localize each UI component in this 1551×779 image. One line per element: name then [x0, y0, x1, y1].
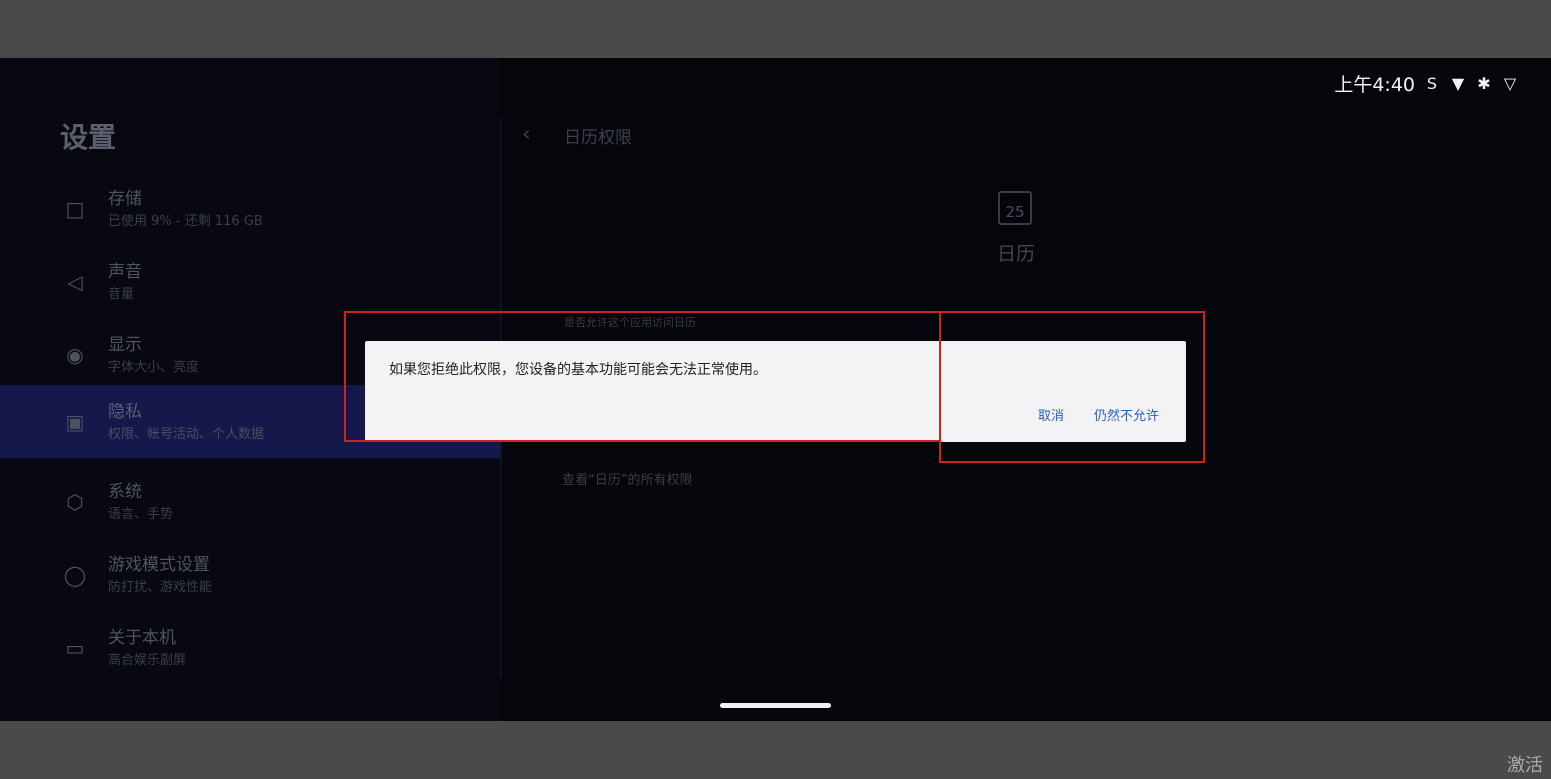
sidebar-item-label: 存储	[108, 189, 142, 209]
sidebar-item-label: 游戏模式设置	[108, 555, 210, 575]
sidebar-item-sub: 已使用 9% - 还剩 116 GB	[108, 214, 263, 229]
sidebar-item-sound[interactable]: ◁ 声音 音量	[0, 245, 500, 318]
home-indicator[interactable]	[720, 703, 831, 708]
sidebar-item-sub: 语言、手势	[108, 507, 174, 522]
sidebar-item-sub: 音量	[108, 287, 135, 302]
sidebar-item-sub: 字体大小、亮度	[108, 360, 200, 375]
sidebar-item-label: 隐私	[108, 402, 142, 422]
sidebar-item-system[interactable]: ⬡ 系统 语言、手势	[0, 465, 500, 538]
signal-icon: ▽	[1503, 73, 1517, 93]
app-name: 日历	[997, 243, 1036, 265]
storage-icon: □	[65, 197, 85, 221]
sidebar-item-sub: 防打扰、游戏性能	[108, 580, 213, 595]
sidebar-item-about[interactable]: ▭ 关于本机 高合娱乐副屏	[0, 611, 500, 684]
status-time: 上午4:40	[1334, 74, 1415, 96]
gamepad-icon: ◯	[63, 563, 87, 587]
view-all-permissions-link[interactable]: 查看“日历”的所有权限	[562, 469, 692, 488]
sim-icon: S	[1426, 73, 1438, 93]
back-arrow-icon[interactable]: ‹	[522, 122, 531, 147]
sidebar-item-sub: 高合娱乐副屏	[108, 653, 187, 668]
wifi-icon: ▼	[1451, 73, 1465, 93]
privacy-icon: ▣	[65, 410, 85, 434]
display-icon: ▭	[65, 636, 85, 660]
sidebar-item-game-mode[interactable]: ◯ 游戏模式设置 防打扰、游戏性能	[0, 538, 500, 611]
highlight-box-message	[344, 311, 941, 442]
highlight-box-buttons	[939, 311, 1205, 463]
system-icon: ⬡	[66, 490, 84, 514]
sidebar-item-label: 声音	[108, 262, 142, 282]
page-title: 日历权限	[564, 128, 632, 148]
sidebar-item-label: 系统	[108, 482, 142, 502]
sidebar-item-label: 显示	[108, 335, 142, 355]
status-bar: 上午4:40 S ▼ ✱ ▽	[1334, 70, 1519, 97]
eye-icon: ◉	[66, 343, 84, 367]
sidebar-title: 设置	[60, 121, 117, 154]
sidebar-item-label: 关于本机	[108, 628, 176, 648]
sound-icon: ◁	[67, 270, 83, 294]
watermark-text: 激活	[1507, 755, 1543, 776]
calendar-icon: 25	[998, 191, 1032, 225]
bluetooth-icon: ✱	[1477, 73, 1491, 93]
sidebar-item-storage[interactable]: □ 存储 已使用 9% - 还剩 116 GB	[0, 172, 500, 245]
sidebar-item-sub: 权限、帐号活动、个人数据	[108, 427, 265, 442]
